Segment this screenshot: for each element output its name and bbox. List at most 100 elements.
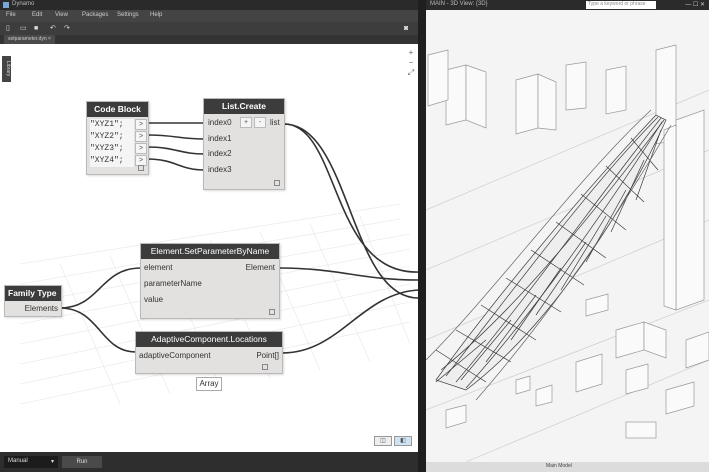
zoom-fit-icon[interactable]: ⤢ (406, 68, 416, 78)
wire-list-2 (283, 123, 418, 299)
revit-3d-viewport[interactable] (426, 10, 709, 463)
dynamo-logo-icon (3, 2, 9, 8)
dynamo-title: Dynamo (12, 1, 35, 7)
save-icon[interactable]: ■ (34, 25, 41, 32)
zoom-out-icon[interactable]: − (406, 58, 416, 68)
family-type-title: Family Type (5, 286, 61, 301)
run-mode-select[interactable]: Manual ▾ (4, 456, 58, 468)
search-input[interactable]: Type a keyword or phrase (586, 1, 656, 9)
menu-packages[interactable]: Packages (82, 12, 108, 18)
background-preview-icon[interactable]: ◧ (394, 436, 412, 446)
list-output-port[interactable]: list (270, 118, 280, 127)
wire-family-element (59, 267, 142, 309)
remove-input-button[interactable]: - (254, 117, 266, 128)
preview-bubble: Array (196, 377, 222, 391)
preview-toggle-icon[interactable] (262, 364, 268, 370)
adaptive-output[interactable]: Point[] (256, 351, 279, 360)
dynamo-run-bar: Manual ▾ Run (0, 452, 422, 472)
active-model[interactable]: Main Model (546, 463, 572, 469)
camera-icon[interactable]: ◙ (404, 25, 411, 32)
building (685, 331, 709, 369)
wire-list (283, 123, 418, 273)
building (585, 293, 609, 317)
menu-edit[interactable]: Edit (32, 12, 42, 18)
menu-file[interactable]: File (6, 12, 16, 18)
adaptive-title: AdaptiveComponent.Locations (136, 332, 282, 347)
menu-help[interactable]: Help (150, 12, 162, 18)
dynamo-window: Dynamo File Edit View Packages Settings … (0, 0, 422, 472)
set-param-input-value[interactable]: value (144, 295, 163, 304)
dynamo-title-bar: Dynamo (0, 0, 422, 10)
code-out-port-1[interactable]: > (135, 119, 147, 130)
tower-side (663, 124, 677, 311)
graph-view-icon[interactable]: ◫ (374, 436, 392, 446)
dynamo-tab-bar: setparameter.dyn × (0, 35, 422, 44)
code-line-4: "XYZ4"; (90, 156, 124, 165)
set-param-input-element[interactable]: element (144, 263, 172, 272)
redo-icon[interactable]: ↷ (64, 25, 71, 32)
building (427, 49, 449, 107)
revit-status-bar: Main Model (426, 462, 709, 472)
building (537, 73, 557, 131)
preview-toggle-icon[interactable] (274, 180, 280, 186)
set-param-output-element[interactable]: Element (246, 263, 275, 272)
library-tab[interactable]: Library (2, 56, 11, 82)
building (565, 61, 587, 111)
run-button[interactable]: Run (62, 456, 102, 468)
menu-settings[interactable]: Settings (117, 12, 139, 18)
chevron-down-icon: ▾ (50, 459, 54, 465)
node-adaptive-locations[interactable]: AdaptiveComponent.Locations adaptiveComp… (135, 331, 283, 374)
zoom-controls: + − ⤢ (406, 48, 416, 78)
view-toggle: ◫ ◧ (374, 436, 414, 446)
building (665, 381, 695, 415)
building (535, 384, 553, 407)
new-file-icon[interactable]: ▯ (6, 25, 13, 32)
building (445, 404, 467, 429)
code-out-port-2[interactable]: > (135, 131, 147, 142)
wire-xyz4 (146, 158, 205, 171)
run-mode-value: Manual (8, 458, 28, 464)
set-param-input-name[interactable]: parameterName (144, 279, 202, 288)
open-file-icon[interactable]: ▭ (20, 25, 27, 32)
list-create-title: List.Create (204, 99, 284, 114)
undo-icon[interactable]: ↶ (50, 25, 57, 32)
list-input-index1[interactable]: index1 (208, 134, 232, 143)
wire-points-out (281, 289, 418, 354)
zoom-in-icon[interactable]: + (406, 48, 416, 58)
list-input-index3[interactable]: index3 (208, 165, 232, 174)
wire-xyz2 (146, 134, 205, 140)
preview-toggle-icon[interactable] (138, 165, 144, 171)
city-model-view (426, 44, 709, 463)
building (515, 73, 539, 135)
add-input-button[interactable]: + (240, 117, 252, 128)
revit-title: MAIN - 3D View: {3D} (430, 1, 488, 7)
adaptive-input[interactable]: adaptiveComponent (139, 351, 211, 360)
node-family-type[interactable]: Family Type Elements (4, 285, 62, 317)
code-line-2: "XYZ2"; (90, 132, 124, 141)
building (643, 321, 667, 359)
preview-toggle-icon[interactable] (269, 309, 275, 315)
dynamo-toolbar: ▯ ▭ ■ ↶ ↷ ◙ (0, 22, 422, 35)
node-code-block[interactable]: Code Block "XYZ1"; "XYZ2"; "XYZ3"; "XYZ4… (86, 101, 149, 175)
revit-title-bar: MAIN - 3D View: {3D} Type a keyword or p… (426, 0, 709, 10)
revit-window: MAIN - 3D View: {3D} Type a keyword or p… (426, 0, 709, 472)
code-out-port-3[interactable]: > (135, 143, 147, 154)
list-input-index2[interactable]: index2 (208, 149, 232, 158)
window-divider (418, 0, 426, 472)
code-line-3: "XYZ3"; (90, 144, 124, 153)
family-type-output[interactable]: Elements (25, 304, 58, 313)
code-line-1: "XYZ1"; (90, 120, 124, 129)
set-param-title: Element.SetParameterByName (141, 244, 279, 259)
dynamo-menu-bar: File Edit View Packages Settings Help (0, 10, 422, 22)
wire-family-adaptive (59, 307, 137, 353)
node-list-create[interactable]: List.Create index0 index1 index2 index3 … (203, 98, 285, 190)
dynamo-canvas[interactable]: Library + − ⤢ Code Block "XYZ1"; "XYZ2";… (0, 44, 418, 452)
window-controls[interactable]: — ☐ ✕ (685, 1, 705, 8)
tab-setparameter[interactable]: setparameter.dyn × (4, 35, 55, 44)
diagrid-structure (426, 109, 672, 401)
menu-view[interactable]: View (55, 12, 68, 18)
building (605, 65, 627, 115)
code-block-editor[interactable]: "XYZ1"; "XYZ2"; "XYZ3"; "XYZ4"; (90, 119, 134, 167)
list-input-index0[interactable]: index0 (208, 118, 232, 127)
node-set-parameter-by-name[interactable]: Element.SetParameterByName element param… (140, 243, 280, 319)
